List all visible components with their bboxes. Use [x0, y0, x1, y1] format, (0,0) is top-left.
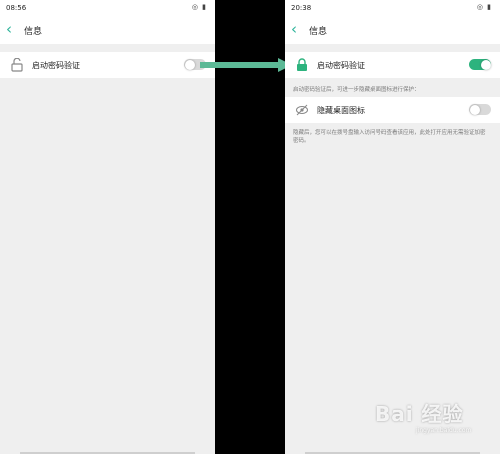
baidu-watermark: Bai 经验 — [375, 402, 464, 426]
password-verify-toggle[interactable] — [469, 59, 491, 70]
password-verify-row[interactable]: 启动密码验证 — [285, 52, 500, 78]
status-time: 20:38 — [291, 4, 312, 12]
baidu-watermark-domain: jingyan.baidu.com — [416, 427, 472, 434]
status-icons: ◎ ▮ — [476, 3, 492, 11]
page-title: 信息 — [309, 27, 328, 37]
unlock-icon — [11, 58, 23, 72]
hide-icon-note: 隐藏后，您可以在拨号盘输入访问号码查看该应用，此处打开应用无需验证加密密码。 — [293, 130, 486, 144]
app-header: ‹ 信息 — [0, 16, 215, 44]
verify-note: 启动密码验证后，可进一步隐藏桌面图标进行保护： — [293, 87, 420, 93]
lock-icon — [297, 58, 307, 71]
password-verify-label: 启动密码验证 — [317, 61, 365, 70]
back-icon[interactable]: ‹ — [291, 21, 297, 37]
hide-icon-toggle[interactable] — [469, 104, 491, 115]
status-icons: ◎ ▮ — [191, 3, 207, 11]
page-title: 信息 — [24, 27, 43, 37]
password-verify-row[interactable]: 启动密码验证 — [0, 52, 215, 78]
status-bar: 20:38 ◎ ▮ — [285, 0, 500, 16]
hide-icon-row[interactable]: 隐藏桌面图标 — [285, 97, 500, 123]
left-phone-screen: 08:56 ◎ ▮ ‹ 信息 启动密码验证 — [0, 0, 215, 454]
app-header: ‹ 信息 — [285, 16, 500, 44]
hide-eye-icon — [296, 104, 308, 116]
back-icon[interactable]: ‹ — [6, 21, 12, 37]
status-bar: 08:56 ◎ ▮ — [0, 0, 215, 16]
status-time: 08:56 — [6, 4, 27, 12]
hide-icon-label: 隐藏桌面图标 — [317, 106, 365, 115]
right-phone-screen: 20:38 ◎ ▮ ‹ 信息 启动密码验证 启动密码验证后，可进一步隐藏桌面图标… — [285, 0, 500, 454]
password-verify-label: 启动密码验证 — [32, 61, 80, 70]
arrow-right-icon — [200, 58, 292, 72]
